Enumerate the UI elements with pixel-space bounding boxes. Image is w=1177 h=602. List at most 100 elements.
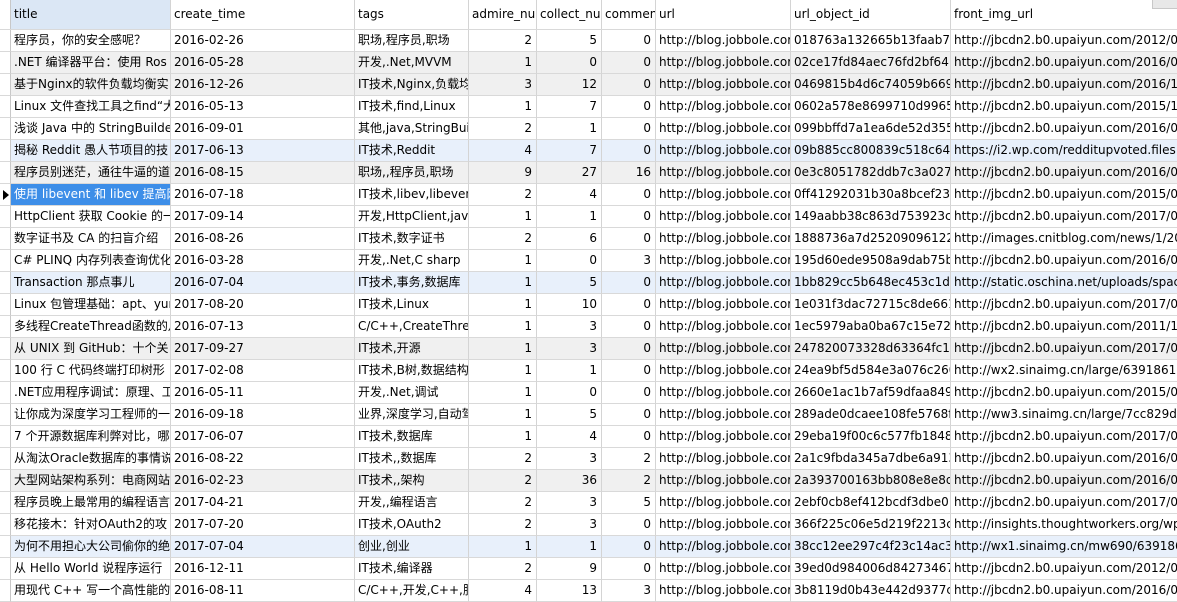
- cell-url[interactable]: http://blog.jobbole.cor: [656, 338, 791, 360]
- cell-title[interactable]: 揭秘 Reddit 愚人节项目的技: [11, 140, 171, 162]
- cell-title[interactable]: 多线程CreateThread函数的月: [11, 316, 171, 338]
- cell-title[interactable]: Transaction 那点事儿: [11, 272, 171, 294]
- cell-url[interactable]: http://blog.jobbole.cor: [656, 558, 791, 580]
- cell-front-img-url[interactable]: http://insights.thoughtworkers.org/wp: [951, 514, 1177, 536]
- cell-title[interactable]: 浅谈 Java 中的 StringBuilde: [11, 118, 171, 140]
- cell-create-time[interactable]: 2017-04-21: [171, 492, 355, 514]
- cell-comment[interactable]: 0: [602, 360, 656, 382]
- cell-tags[interactable]: 职场,,程序员,职场: [355, 162, 469, 184]
- cell-url-object-id[interactable]: 149aabb38c863d753923c7: [791, 206, 951, 228]
- cell-url-object-id[interactable]: 0ff41292031b30a8bcef23d: [791, 184, 951, 206]
- cell-front-img-url[interactable]: http://jbcdn2.b0.upaiyun.com/2017/06: [951, 426, 1177, 448]
- cell-front-img-url[interactable]: http://jbcdn2.b0.upaiyun.com/2017/09: [951, 206, 1177, 228]
- cell-collect-num[interactable]: 1: [537, 118, 602, 140]
- cell-url-object-id[interactable]: 2a1c9fbda345a7dbe6a913: [791, 448, 951, 470]
- cell-create-time[interactable]: 2016-02-26: [171, 30, 355, 52]
- cell-front-img-url[interactable]: http://jbcdn2.b0.upaiyun.com/2016/12: [951, 74, 1177, 96]
- cell-tags[interactable]: IT技术,编译器: [355, 558, 469, 580]
- cell-admire-num[interactable]: 2: [469, 30, 537, 52]
- cell-tags[interactable]: IT技术,Nginx,负载均: [355, 74, 469, 96]
- cell-title[interactable]: 程序员，你的安全感呢？: [11, 30, 171, 52]
- cell-admire-num[interactable]: 1: [469, 250, 537, 272]
- cell-tags[interactable]: 开发,HttpClient,java: [355, 206, 469, 228]
- cell-admire-num[interactable]: 1: [469, 404, 537, 426]
- cell-create-time[interactable]: 2016-05-28: [171, 52, 355, 74]
- cell-tags[interactable]: 创业,创业: [355, 536, 469, 558]
- cell-tags[interactable]: IT技术,OAuth2: [355, 514, 469, 536]
- cell-tags[interactable]: IT技术,,架构: [355, 470, 469, 492]
- cell-title[interactable]: 基于Nginx的软件负载均衡实: [11, 74, 171, 96]
- table-row[interactable]: 从 Hello World 说程序运行 2016-12-11 IT技术,编译器 2 9 0…: [0, 558, 1177, 580]
- cell-create-time[interactable]: 2017-02-08: [171, 360, 355, 382]
- cell-url-object-id[interactable]: 1ec5979aba0ba67c15e727: [791, 316, 951, 338]
- cell-front-img-url[interactable]: http://wx1.sinaimg.cn/mw690/6391861: [951, 536, 1177, 558]
- cell-front-img-url[interactable]: http://jbcdn2.b0.upaiyun.com/2012/08: [951, 30, 1177, 52]
- table-row[interactable]: 大型网站架构系列：电商网站 2016-02-23 IT技术,,架构 2 36 2 http:…: [0, 470, 1177, 492]
- cell-url-object-id[interactable]: 24ea9bf5d584e3a076c2607: [791, 360, 951, 382]
- column-header-url[interactable]: url: [656, 0, 791, 29]
- row-indicator[interactable]: [0, 140, 11, 162]
- cell-url-object-id[interactable]: 1bb829cc5b648ec453c1d4: [791, 272, 951, 294]
- cell-tags[interactable]: IT技术,libev,libeven: [355, 184, 469, 206]
- cell-admire-num[interactable]: 2: [469, 118, 537, 140]
- row-indicator[interactable]: [0, 30, 11, 52]
- cell-url[interactable]: http://blog.jobbole.cor: [656, 382, 791, 404]
- cell-url-object-id[interactable]: 018763a132665b13faab76: [791, 30, 951, 52]
- cell-comment[interactable]: 0: [602, 30, 656, 52]
- row-indicator[interactable]: [0, 580, 11, 602]
- cell-url[interactable]: http://blog.jobbole.cor: [656, 360, 791, 382]
- cell-collect-num[interactable]: 7: [537, 96, 602, 118]
- cell-collect-num[interactable]: 1: [537, 360, 602, 382]
- cell-url[interactable]: http://blog.jobbole.cor: [656, 470, 791, 492]
- cell-create-time[interactable]: 2017-09-14: [171, 206, 355, 228]
- cell-create-time[interactable]: 2016-03-28: [171, 250, 355, 272]
- column-header-title[interactable]: title: [11, 0, 171, 29]
- cell-front-img-url[interactable]: http://jbcdn2.b0.upaiyun.com/2016/02: [951, 470, 1177, 492]
- cell-url[interactable]: http://blog.jobbole.cor: [656, 448, 791, 470]
- row-indicator[interactable]: [0, 448, 11, 470]
- cell-create-time[interactable]: 2016-08-11: [171, 580, 355, 602]
- cell-tags[interactable]: 开发,.Net,调试: [355, 382, 469, 404]
- cell-url-object-id[interactable]: 195d60ede9508a9dab75b: [791, 250, 951, 272]
- cell-collect-num[interactable]: 9: [537, 558, 602, 580]
- column-header-comment[interactable]: comment: [602, 0, 656, 29]
- column-header-tags[interactable]: tags: [355, 0, 469, 29]
- cell-admire-num[interactable]: 1: [469, 426, 537, 448]
- cell-admire-num[interactable]: 1: [469, 96, 537, 118]
- cell-url[interactable]: http://blog.jobbole.cor: [656, 30, 791, 52]
- cell-front-img-url[interactable]: http://jbcdn2.b0.upaiyun.com/2012/03: [951, 558, 1177, 580]
- cell-create-time[interactable]: 2017-07-04: [171, 536, 355, 558]
- cell-create-time[interactable]: 2016-08-26: [171, 228, 355, 250]
- cell-url[interactable]: http://blog.jobbole.cor: [656, 162, 791, 184]
- cell-admire-num[interactable]: 2: [469, 470, 537, 492]
- table-row[interactable]: 从淘汰Oracle数据库的事情说 2016-08-22 IT技术,,数据库 2 3 2 ht…: [0, 448, 1177, 470]
- cell-tags[interactable]: IT技术,数字证书: [355, 228, 469, 250]
- cell-title[interactable]: 使用 libevent 和 libev 提高网: [11, 184, 171, 206]
- table-row[interactable]: 7 个开源数据库利弊对比，哪 2017-06-07 IT技术,数据库 1 4 0 http:…: [0, 426, 1177, 448]
- table-row[interactable]: 用现代 C++ 写一个高性能的 2016-08-11 C/C++,开发,C++,服 4…: [0, 580, 1177, 602]
- cell-url[interactable]: http://blog.jobbole.cor: [656, 492, 791, 514]
- cell-title[interactable]: 从 Hello World 说程序运行: [11, 558, 171, 580]
- cell-collect-num[interactable]: 6: [537, 228, 602, 250]
- cell-title[interactable]: 7 个开源数据库利弊对比，哪: [11, 426, 171, 448]
- cell-comment[interactable]: 0: [602, 272, 656, 294]
- cell-front-img-url[interactable]: http://static.oschina.net/uploads/spac: [951, 272, 1177, 294]
- cell-create-time[interactable]: 2016-07-13: [171, 316, 355, 338]
- cell-create-time[interactable]: 2016-05-13: [171, 96, 355, 118]
- row-indicator[interactable]: [0, 536, 11, 558]
- table-row[interactable]: .NET 编译器平台：使用 Ros 2016-05-28 开发,.Net,MVVM 1…: [0, 52, 1177, 74]
- cell-front-img-url[interactable]: http://jbcdn2.b0.upaiyun.com/2016/09: [951, 118, 1177, 140]
- cell-url-object-id[interactable]: 09b885cc800839c518c644: [791, 140, 951, 162]
- cell-comment[interactable]: 0: [602, 558, 656, 580]
- cell-url-object-id[interactable]: 1e031f3dac72715c8de661c: [791, 294, 951, 316]
- cell-title[interactable]: 程序员别迷茫，通往牛逼的道: [11, 162, 171, 184]
- table-row[interactable]: 数字证书及 CA 的扫盲介绍 2016-08-26 IT技术,数字证书 2 6 0 http…: [0, 228, 1177, 250]
- column-header-url-object-id[interactable]: url_object_id: [791, 0, 951, 29]
- cell-title[interactable]: 100 行 C 代码终端打印树形: [11, 360, 171, 382]
- table-row[interactable]: HttpClient 获取 Cookie 的一 2017-09-14 开发,Http…: [0, 206, 1177, 228]
- cell-create-time[interactable]: 2016-12-26: [171, 74, 355, 96]
- row-indicator[interactable]: [0, 426, 11, 448]
- row-indicator[interactable]: [0, 404, 11, 426]
- cell-tags[interactable]: 开发,.Net,C sharp: [355, 250, 469, 272]
- cell-url[interactable]: http://blog.jobbole.cor: [656, 228, 791, 250]
